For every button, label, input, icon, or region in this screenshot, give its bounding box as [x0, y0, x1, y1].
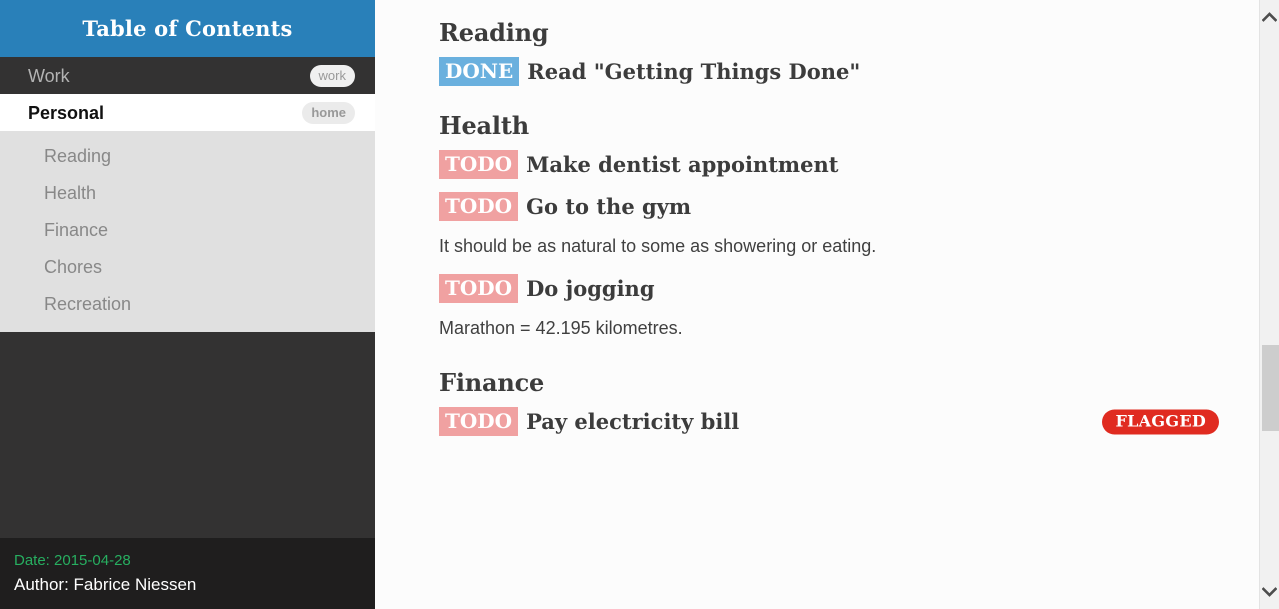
task-title: Go to the gym [526, 194, 692, 219]
task-item[interactable]: DONE Read "Getting Things Done" [439, 56, 1219, 87]
content-area: Reading DONE Read "Getting Things Done" Hea… [375, 0, 1279, 609]
chevron-down-icon[interactable] [1260, 579, 1279, 605]
flagged-badge[interactable]: FLAGGED [1102, 409, 1219, 434]
section-heading: Finance [439, 368, 545, 397]
sidebar-item-tag: work [309, 64, 355, 87]
task-title: Read "Getting Things Done" [527, 59, 861, 84]
sidebar-subitem-label: Recreation [44, 294, 132, 314]
sidebar-item-label: Personal [28, 102, 105, 123]
sidebar-subitem-chores[interactable]: Chores [0, 249, 375, 286]
task-title: Do jogging [526, 276, 655, 301]
toc-header: Table of Contents [0, 0, 375, 57]
sidebar-nav: Work work Personal home [0, 57, 375, 131]
footer-date: Date: 2015-04-28 [14, 552, 131, 569]
document-body: Reading DONE Read "Getting Things Done" Hea… [375, 0, 1279, 437]
scrollbar-thumb[interactable] [1262, 345, 1279, 431]
vertical-scrollbar[interactable] [1259, 0, 1279, 609]
sidebar-item-personal[interactable]: Personal home [0, 94, 375, 131]
task-keyword-badge[interactable]: TODO [439, 407, 519, 436]
sidebar-item-tag: home [302, 101, 355, 124]
section-heading: Reading [439, 18, 549, 47]
sidebar-subitem-label: Reading [44, 146, 112, 166]
task-keyword-badge[interactable]: TODO [439, 150, 519, 179]
sidebar-subitem-finance[interactable]: Finance [0, 212, 375, 249]
footer-author: Author: Fabrice Niessen [14, 575, 197, 594]
sidebar-subitem-label: Finance [44, 220, 109, 240]
sidebar-item-work[interactable]: Work work [0, 57, 375, 94]
sidebar: Table of Contents Work work Personal home R… [0, 0, 375, 609]
chevron-up-icon[interactable] [1260, 4, 1279, 30]
task-keyword-badge[interactable]: TODO [439, 274, 519, 303]
task-keyword-badge[interactable]: TODO [439, 192, 519, 221]
section-heading: Health [439, 111, 529, 140]
sidebar-subitem-reading[interactable]: Reading [0, 138, 375, 175]
task-item[interactable]: TODO Make dentist appointment [439, 149, 1219, 180]
sidebar-subitem-label: Health [44, 183, 97, 203]
sidebar-footer: Date: 2015-04-28 Author: Fabrice Niessen [0, 538, 375, 609]
toc-title: Table of Contents [82, 16, 293, 41]
sidebar-subitem-recreation[interactable]: Recreation [0, 286, 375, 323]
task-item[interactable]: TODO Pay electricity bill FLAGGED [439, 406, 1219, 437]
task-title: Make dentist appointment [526, 152, 839, 177]
task-keyword-badge[interactable]: DONE [439, 57, 520, 86]
paragraph: Marathon = 42.195 kilometres. [439, 318, 683, 338]
sidebar-subitem-label: Chores [44, 257, 103, 277]
paragraph: It should be as natural to some as showe… [439, 236, 877, 256]
sidebar-subitem-health[interactable]: Health [0, 175, 375, 212]
sidebar-subnav: Reading Health Finance Chores Recreation [0, 131, 375, 332]
app-root: Table of Contents Work work Personal home R… [0, 0, 1279, 609]
task-title: Pay electricity bill [526, 409, 740, 434]
sidebar-item-label: Work [28, 65, 70, 86]
task-item[interactable]: TODO Go to the gym [439, 191, 1219, 222]
task-item[interactable]: TODO Do jogging [439, 273, 1219, 304]
